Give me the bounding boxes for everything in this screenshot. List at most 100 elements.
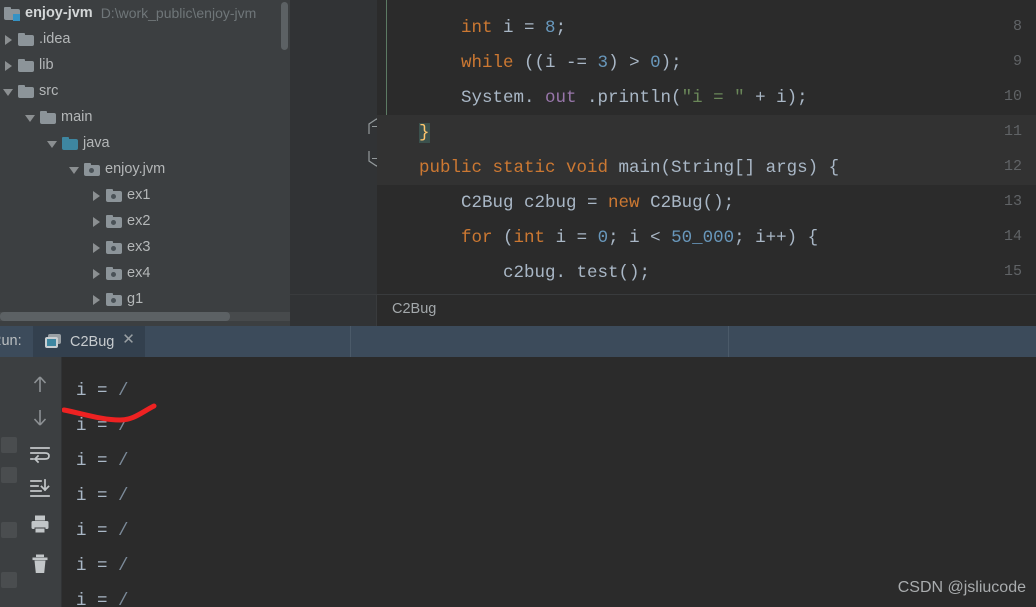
chevron-right-icon[interactable] — [90, 241, 103, 254]
settings-button-sliver[interactable] — [1, 522, 17, 538]
folder-icon — [18, 33, 34, 46]
code-token: new — [608, 193, 640, 213]
tree-item-label: .idea — [39, 31, 70, 47]
code-line-9[interactable]: while ((i -= 3) > 0); — [377, 45, 1036, 80]
tree-item-java[interactable]: java — [0, 130, 290, 156]
tree-item-ex1[interactable]: ex1 — [0, 182, 290, 208]
code-token: 3 — [598, 53, 609, 73]
code-token: int — [461, 18, 493, 38]
tree-root-label: enjoy-jvm — [25, 5, 93, 21]
console-line: i = / — [76, 486, 129, 506]
editor-gutter[interactable] — [290, 0, 377, 294]
code-line-10[interactable]: System. out .println("i = " + i); — [377, 80, 1036, 115]
code-line-8[interactable]: int i = 8; — [377, 10, 1036, 45]
ide-window: enjoy-jvmD:\work_public\enjoy-jvm .idea li… — [0, 0, 1036, 607]
code-token: 0 — [650, 53, 661, 73]
rerun-button-sliver[interactable] — [1, 437, 17, 453]
scroll-to-end-icon[interactable] — [29, 477, 51, 499]
project-tree-list[interactable]: enjoy-jvmD:\work_public\enjoy-jvm .idea li… — [0, 0, 290, 312]
tree-item-ex2[interactable]: ex2 — [0, 208, 290, 234]
package-icon — [84, 163, 100, 176]
print-icon[interactable] — [29, 513, 51, 535]
folder-icon — [18, 85, 34, 98]
console-line: i = / — [76, 521, 129, 541]
tree-item-ex3[interactable]: ex3 — [0, 234, 290, 260]
code-editor[interactable]: int i = 8; while ((i -= 3) > 0); System.… — [290, 0, 1036, 294]
run-left-strip[interactable] — [0, 357, 18, 607]
tree-item--idea[interactable]: .idea — [0, 26, 290, 52]
package-icon — [106, 267, 122, 280]
console-toolbar[interactable] — [18, 357, 62, 607]
tree-vscrollbar-thumb[interactable] — [281, 2, 288, 50]
editor-breadcrumb-bar[interactable]: C2Bug — [290, 294, 1036, 326]
tree-item-label: java — [83, 135, 110, 151]
code-token: 8 — [545, 18, 556, 38]
down-arrow-icon[interactable] — [29, 407, 51, 429]
code-line-13[interactable]: C2Bug c2bug = new C2Bug(); — [377, 185, 1036, 220]
soft-wrap-icon[interactable] — [29, 443, 51, 465]
chevron-down-icon[interactable] — [2, 85, 15, 98]
chevron-down-icon[interactable] — [68, 163, 81, 176]
code-line-14[interactable]: for (int i = 0; i < 50_000; i++) { — [377, 220, 1036, 255]
tree-item-src[interactable]: src — [0, 78, 290, 104]
code-token — [377, 228, 461, 248]
chevron-right-icon[interactable] — [2, 33, 15, 46]
trash-icon[interactable] — [29, 553, 51, 575]
console-line: i = / — [76, 556, 129, 576]
code-line-text: for (int i = 0; i < 50_000; i++) { — [377, 228, 818, 248]
folder-icon — [40, 111, 56, 124]
up-arrow-icon[interactable] — [29, 373, 51, 395]
tree-item-label: ex3 — [127, 239, 150, 255]
code-token: ((i -= — [514, 53, 598, 73]
console-caret-glyph: / — [118, 521, 129, 541]
run-tab-bar[interactable]: Run: C2Bug ✕ — [0, 326, 1036, 357]
chevron-right-icon[interactable] — [90, 189, 103, 202]
project-folder-icon — [4, 7, 20, 20]
code-token: .println( — [577, 88, 682, 108]
chevron-down-icon[interactable] — [46, 137, 59, 150]
package-icon — [106, 215, 122, 228]
code-line-12[interactable]: public static void main(String[] args) { — [377, 150, 1036, 185]
console-text: i = — [76, 556, 118, 576]
console-caret-glyph: / — [118, 556, 129, 576]
code-line-text: C2Bug c2bug = new C2Bug(); — [377, 193, 734, 213]
chevron-down-icon[interactable] — [24, 111, 37, 124]
tree-hscrollbar-thumb[interactable] — [0, 312, 230, 321]
tree-item-label: ex1 — [127, 187, 150, 203]
tree-item-enjoy-jvm[interactable]: enjoy.jvm — [0, 156, 290, 182]
tree-item-lib[interactable]: lib — [0, 52, 290, 78]
stop-button-sliver[interactable] — [1, 467, 17, 483]
run-tab-c2bug[interactable]: C2Bug ✕ — [33, 326, 145, 357]
code-token: ) > — [608, 53, 650, 73]
line-number: 9 — [962, 53, 1022, 70]
tree-item-main[interactable]: main — [0, 104, 290, 130]
tree-item-label: ex2 — [127, 213, 150, 229]
chevron-right-icon[interactable] — [90, 267, 103, 280]
code-token: main(String[] args) { — [608, 158, 839, 178]
code-line-15[interactable]: c2bug. test(); — [377, 255, 1036, 290]
code-token: ); — [661, 53, 682, 73]
chevron-right-icon[interactable] — [90, 293, 103, 306]
tree-item-g1[interactable]: g1 — [0, 286, 290, 312]
run-configuration-icon — [45, 334, 63, 349]
console-caret-glyph: / — [118, 591, 129, 607]
code-line-11[interactable]: } — [377, 115, 1036, 150]
chevron-right-icon[interactable] — [90, 215, 103, 228]
line-number: 15 — [962, 263, 1022, 280]
tree-item-ex4[interactable]: ex4 — [0, 260, 290, 286]
chevron-right-icon[interactable] — [2, 59, 15, 72]
project-tree-panel[interactable]: enjoy-jvmD:\work_public\enjoy-jvm .idea li… — [0, 0, 290, 326]
console-caret-glyph: / — [118, 416, 129, 436]
run-tool-window[interactable]: Run: C2Bug ✕ — [0, 326, 1036, 607]
pin-button-sliver[interactable] — [1, 572, 17, 588]
code-token: ; i++) { — [734, 228, 818, 248]
console-caret-glyph: / — [118, 381, 129, 401]
breadcrumb[interactable]: C2Bug — [392, 301, 436, 317]
console-output[interactable]: i = /i = /i = /i = /i = /i = /i = /i = / — [62, 357, 1036, 607]
tree-root-item[interactable]: enjoy-jvmD:\work_public\enjoy-jvm — [0, 0, 290, 26]
tab-bar-divider-2 — [728, 326, 729, 357]
breadcrumb-gutter-spacer — [290, 295, 377, 326]
close-icon[interactable]: ✕ — [122, 333, 135, 346]
line-number: 12 — [962, 158, 1022, 175]
folder-icon — [18, 59, 34, 72]
